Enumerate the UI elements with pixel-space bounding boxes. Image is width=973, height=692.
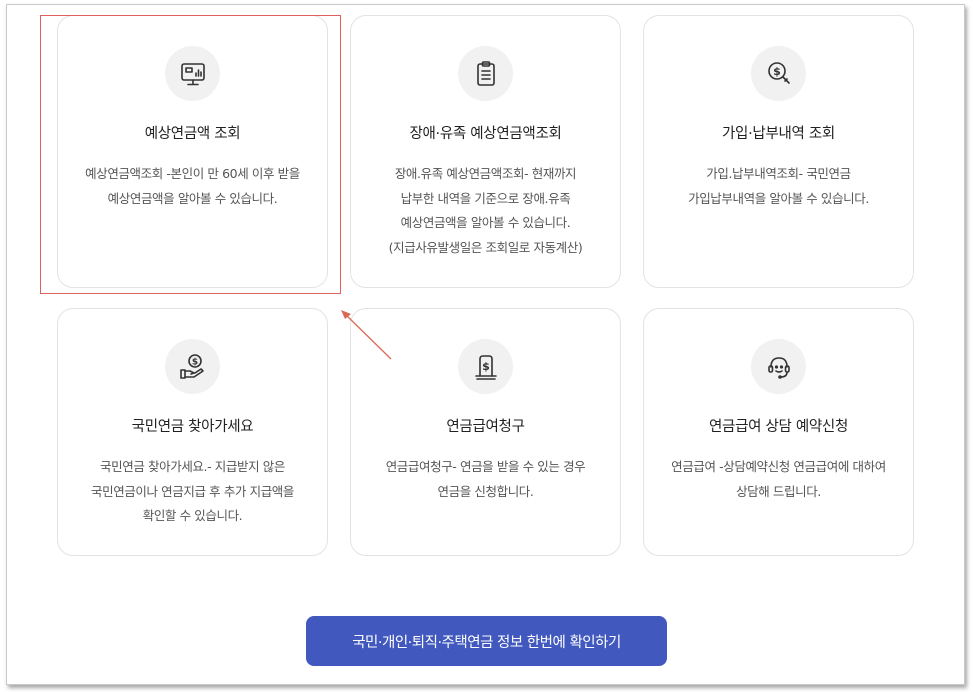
card-desc-line: 연금급여 -상담예약신청 연금급여에 대하여 [671,459,886,474]
card-desc-line: 예상연금액조회 -본인이 만 60세 이후 받을 [85,166,300,181]
card-description: 예상연금액조회 -본인이 만 60세 이후 받을 예상연금액을 알아볼 수 있습… [68,162,317,211]
card-desc-line: (지급사유발생일은 조회일로 자동계산) [388,239,583,255]
hand-coin-icon: $ [165,339,220,394]
card-desc-line: 연금급여청구- 연금을 받을 수 있는 경우 [385,459,586,474]
card-unclaimed-pension[interactable]: $ 국민연금 찾아가세요 국민연금 찾아가세요.- 지급받지 않은 국민연금이나… [57,308,328,556]
card-description: 연금급여청구- 연금을 받을 수 있는 경우 연금을 신청합니다. [361,455,610,504]
card-desc-line: 장애.유족 예상연금액조회- 현재까지 [394,166,577,181]
card-desc-line: 국민연금이나 연금지급 후 추가 지급액을 [91,483,294,499]
card-desc-line: 납부한 내역을 기준으로 장애.유족 [400,190,571,206]
card-desc-line: 연금을 신청합니다. [437,483,534,499]
card-title: 장애·유족 예상연금액조회 [409,126,562,142]
card-pension-benefit-claim[interactable]: $ 연금급여청구 연금급여청구- 연금을 받을 수 있는 경우 연금을 신청합니… [350,308,621,556]
card-desc-line: 상담해 드립니다. [736,483,821,499]
card-title: 가입·납부내역 조회 [722,126,835,142]
card-title: 연금급여 상담 예약신청 [708,419,849,435]
card-description: 장애.유족 예상연금액조회- 현재까지 납부한 내역을 기준으로 장애.유족 예… [361,162,610,260]
card-expected-pension[interactable]: 예상연금액 조회 예상연금액조회 -본인이 만 60세 이후 받을 예상연금액을… [57,15,328,288]
svg-text:$: $ [482,360,490,373]
dollar-document-icon: $ [458,339,513,394]
card-desc-line: 확인할 수 있습니다. [142,508,243,523]
card-disability-survivor-pension[interactable]: 장애·유족 예상연금액조회 장애.유족 예상연금액조회- 현재까지 납부한 내역… [350,15,621,288]
card-subscription-payment-history[interactable]: $ 가입·납부내역 조회 가입.납부내역조회- 국민연금 가입납부내역을 알아볼… [643,15,914,288]
svg-text:$: $ [773,65,781,78]
card-description: 국민연금 찾아가세요.- 지급받지 않은 국민연금이나 연금지급 후 추가 지급… [68,455,317,529]
monitor-chart-icon [165,46,220,101]
card-desc-line: 예상연금액을 알아볼 수 있습니다. [107,190,278,206]
card-desc-line: 가입.납부내역조회- 국민연금 [706,166,851,181]
card-title: 연금급여청구 [446,419,525,435]
dollar-search-icon: $ [751,46,806,101]
svg-text:$: $ [191,357,197,367]
card-desc-line: 가입납부내역을 알아볼 수 있습니다. [688,190,869,206]
card-consultation-reservation[interactable]: 연금급여 상담 예약신청 연금급여 -상담예약신청 연금급여에 대하여 상담해 … [643,308,914,556]
card-desc-line: 국민연금 찾아가세요.- 지급받지 않은 [100,459,285,474]
card-desc-line: 예상연금액을 알아볼 수 있습니다. [400,215,571,230]
headset-agent-icon [751,339,806,394]
clipboard-list-icon [458,46,513,101]
card-title: 예상연금액 조회 [144,126,241,142]
card-description: 가입.납부내역조회- 국민연금 가입납부내역을 알아볼 수 있습니다. [654,162,903,211]
check-all-pension-info-button[interactable]: 국민·개인·퇴직·주택연금 정보 한번에 확인하기 [306,616,667,666]
card-title: 국민연금 찾아가세요 [131,419,254,435]
card-description: 연금급여 -상담예약신청 연금급여에 대하여 상담해 드립니다. [654,455,903,504]
